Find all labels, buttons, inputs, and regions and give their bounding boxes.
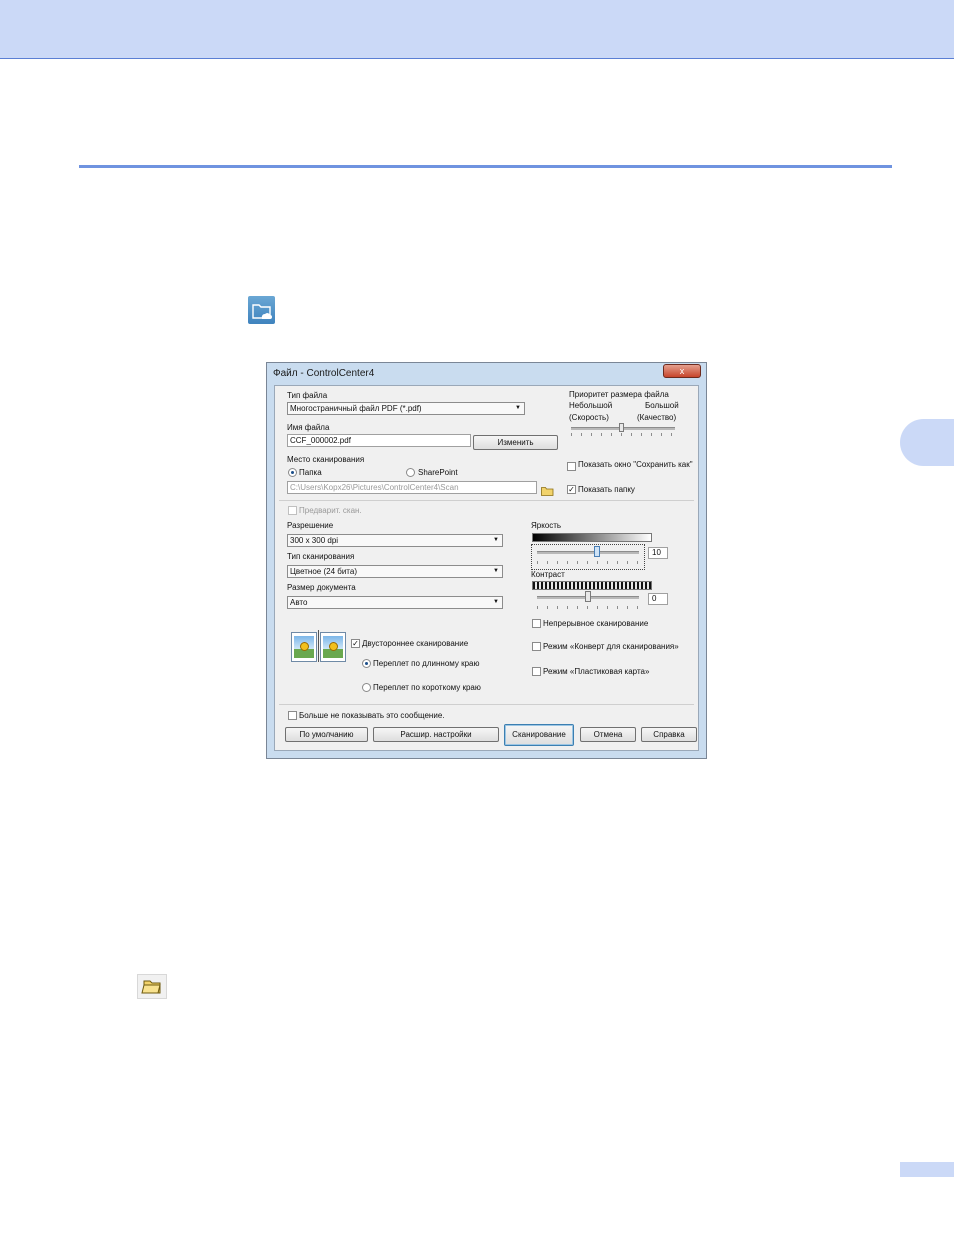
carrier-sheet-checkbox[interactable]: [532, 642, 541, 651]
prescan-checkbox[interactable]: [288, 506, 297, 515]
size-priority-slider-thumb[interactable]: [619, 423, 624, 432]
contrast-pattern: [532, 581, 652, 590]
document-size-label: Размер документа: [287, 583, 356, 592]
brightness-label: Яркость: [531, 521, 562, 530]
size-priority-small: Небольшой: [569, 401, 613, 410]
scan-type-select[interactable]: Цветное (24 бита) ▼: [287, 565, 503, 578]
file-type-select[interactable]: Многостраничный файл PDF (*.pdf) ▼: [287, 402, 525, 415]
dialog-body: Тип файла Многостраничный файл PDF (*.pd…: [274, 385, 699, 751]
folder-icon: [137, 974, 167, 999]
contrast-slider-thumb[interactable]: [585, 591, 591, 602]
chevron-down-icon: ▼: [493, 599, 499, 605]
brightness-slider-thumb[interactable]: [594, 546, 600, 557]
size-priority-speed: (Скорость): [569, 413, 609, 422]
browse-folder-icon[interactable]: [541, 483, 554, 496]
scan-type-label: Тип сканирования: [287, 552, 355, 561]
show-save-as-label: Показать окно "Сохранить как": [578, 460, 693, 469]
resolution-value: 300 x 300 dpi: [290, 536, 339, 545]
brightness-slider-track[interactable]: [537, 551, 639, 554]
prescan-label: Предварит. скан.: [299, 506, 362, 515]
duplex-binding-line: [318, 630, 319, 662]
resolution-label: Разрешение: [287, 521, 334, 530]
chevron-down-icon: ▼: [493, 537, 499, 543]
chevron-down-icon: ▼: [515, 405, 521, 411]
sharepoint-radio[interactable]: [406, 468, 415, 477]
brightness-focus-box: [531, 544, 645, 570]
folder-radio[interactable]: [288, 468, 297, 477]
divider-top: [279, 500, 694, 501]
plastic-card-label: Режим «Пластиковая карта»: [543, 667, 650, 676]
show-save-as-checkbox[interactable]: [567, 462, 576, 471]
long-edge-radio[interactable]: [362, 659, 371, 668]
show-folder-checkbox[interactable]: ✓: [567, 485, 576, 494]
scan-type-value: Цветное (24 бита): [290, 567, 357, 576]
duplex-checkbox[interactable]: ✓: [351, 639, 360, 648]
size-priority-quality: (Качество): [637, 413, 677, 422]
close-button[interactable]: x: [663, 364, 701, 378]
duplex-page-front: [291, 632, 317, 662]
file-type-value: Многостраничный файл PDF (*.pdf): [290, 404, 422, 413]
document-size-value: Авто: [290, 598, 308, 607]
continuous-scan-label: Непрерывное сканирование: [543, 619, 649, 628]
contrast-label: Контраст: [531, 570, 565, 579]
brightness-value-field[interactable]: 10: [648, 547, 668, 559]
divider-bottom: [279, 704, 694, 705]
file-name-field[interactable]: CCF_000002.pdf: [287, 434, 471, 447]
sharepoint-radio-label: SharePoint: [418, 468, 458, 477]
brightness-ticks: [537, 561, 639, 564]
resolution-select[interactable]: 300 x 300 dpi ▼: [287, 534, 503, 547]
chapter-tab: [900, 419, 954, 466]
contrast-value-field[interactable]: 0: [648, 593, 668, 605]
duplex-page-back: [320, 632, 346, 662]
plastic-card-checkbox[interactable]: [532, 667, 541, 676]
document-size-select[interactable]: Авто ▼: [287, 596, 503, 609]
dialog-title: Файл - ControlCenter4: [273, 368, 375, 379]
dont-show-again-checkbox[interactable]: [288, 711, 297, 720]
short-edge-label: Переплет по короткому краю: [373, 683, 481, 692]
file-type-label: Тип файла: [287, 391, 328, 400]
short-edge-radio[interactable]: [362, 683, 371, 692]
size-priority-large: Большой: [645, 401, 679, 410]
cancel-button[interactable]: Отмена: [580, 727, 636, 742]
default-button[interactable]: По умолчанию: [285, 727, 368, 742]
scan-location-label: Место сканирования: [287, 455, 365, 464]
page-header-band: [0, 0, 954, 59]
chevron-down-icon: ▼: [493, 568, 499, 574]
scan-button[interactable]: Сканирование: [504, 724, 574, 746]
size-priority-title: Приоритет размера файла: [569, 390, 669, 399]
brightness-gradient: [532, 533, 652, 542]
change-file-name-button[interactable]: Изменить: [473, 435, 558, 450]
file-name-label: Имя файла: [287, 423, 330, 432]
page-number-tab: [900, 1162, 954, 1177]
duplex-label: Двустороннее сканирование: [362, 639, 469, 648]
file-scan-dialog: Файл - ControlCenter4 x Тип файла Многос…: [266, 362, 707, 759]
contrast-ticks: [537, 606, 639, 609]
scan-path-field[interactable]: C:\Users\Kopx26\Pictures\ControlCenter4\…: [287, 481, 537, 494]
scan-to-file-icon: [248, 296, 275, 324]
dont-show-again-label: Больше не показывать это сообщение.: [299, 711, 445, 720]
help-button[interactable]: Справка: [641, 727, 697, 742]
size-priority-ticks: [571, 433, 675, 436]
section-divider: [79, 165, 892, 168]
duplex-illustration: [290, 630, 346, 664]
carrier-sheet-label: Режим «Конверт для сканирования»: [543, 642, 679, 651]
folder-radio-label: Папка: [299, 468, 322, 477]
long-edge-label: Переплет по длинному краю: [373, 659, 480, 668]
continuous-scan-checkbox[interactable]: [532, 619, 541, 628]
advanced-settings-button[interactable]: Расшир. настройки: [373, 727, 499, 742]
show-folder-label: Показать папку: [578, 485, 635, 494]
